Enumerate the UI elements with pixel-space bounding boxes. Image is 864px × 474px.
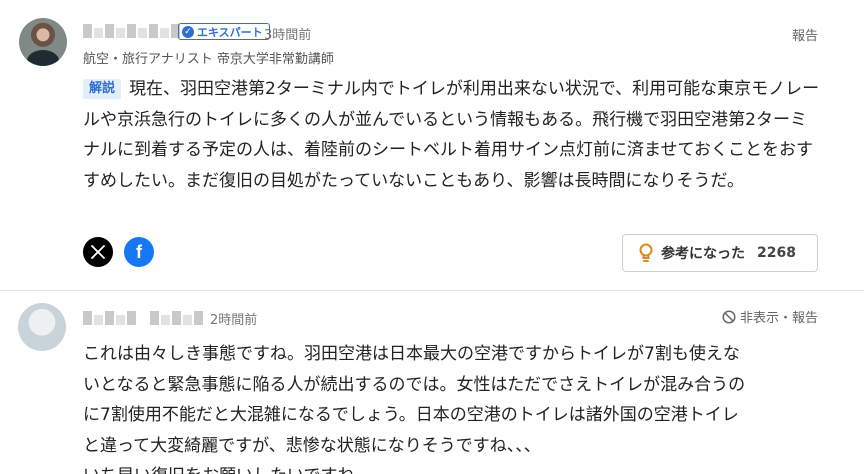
share-facebook-button[interactable]: f xyxy=(124,237,154,267)
comment-line: に7割使用不能だと大混雑になるでしょう。日本の空港のトイレは諸外国の空港トイレ xyxy=(83,405,739,425)
author-title: 航空・旅行アナリスト 帝京大学非常勤講師 xyxy=(83,52,334,67)
expert-badge: ✓ エキスパート xyxy=(178,23,270,40)
comment-line: いち早い復旧をお願いしたいですね。 xyxy=(83,461,813,474)
hide-report-label: 非表示・報告 xyxy=(739,311,818,326)
comment-line: これは由々しき事態ですね。羽田空港は日本最大の空港ですからトイレが7割も使えな xyxy=(83,344,740,364)
lightbulb-icon xyxy=(639,243,653,262)
verified-check-icon: ✓ xyxy=(182,25,194,38)
x-logo-icon xyxy=(91,245,105,259)
avatar[interactable] xyxy=(18,303,66,351)
comment-timestamp: 3時間前 xyxy=(264,28,312,43)
comment-timestamp: 2時間前 xyxy=(210,313,258,328)
block-icon xyxy=(722,309,736,324)
comment-line: と違って大変綺麗ですが、悲惨な状態になりそうですね、、、 xyxy=(83,435,541,456)
commentary-tag: 解説 xyxy=(83,79,122,99)
comment-body: 解説 現在、羽田空港第2ターミナル内でトイレが利用出来ない状況で、利用可能な東京モ… xyxy=(83,74,823,196)
comment-body: これは由々しき事態ですね。羽田空港は日本最大の空港ですからトイレが7割も使えな … xyxy=(83,339,813,474)
username-blurred-part xyxy=(150,311,203,325)
username-blurred[interactable] xyxy=(83,311,136,325)
comment-line: いとなると緊急事態に陥る人が続出するのでは。女性はただでさえトイレが混み合うの xyxy=(83,374,746,395)
expert-comment: ✓ エキスパート 3時間前 航空・旅行アナリスト 帝京大学非常勤講師 報告 解説… xyxy=(0,0,864,291)
facebook-icon: f xyxy=(136,241,142,262)
avatar[interactable] xyxy=(19,18,67,66)
hide-report-link[interactable]: 非表示・報告 xyxy=(722,307,818,326)
expert-badge-label: エキスパート xyxy=(197,25,263,39)
helpful-label: 参考になった xyxy=(661,246,745,262)
comment-text: 現在、羽田空港第2ターミナル内でトイレが利用出来ない状況で、利用可能な東京モノレ… xyxy=(83,79,820,191)
helpful-count: 2268 xyxy=(757,245,796,261)
helpful-button[interactable]: 参考になった 2268 xyxy=(622,234,818,272)
username-blurred[interactable] xyxy=(83,24,180,38)
report-link[interactable]: 報告 xyxy=(792,25,818,44)
share-x-button[interactable] xyxy=(83,237,113,267)
